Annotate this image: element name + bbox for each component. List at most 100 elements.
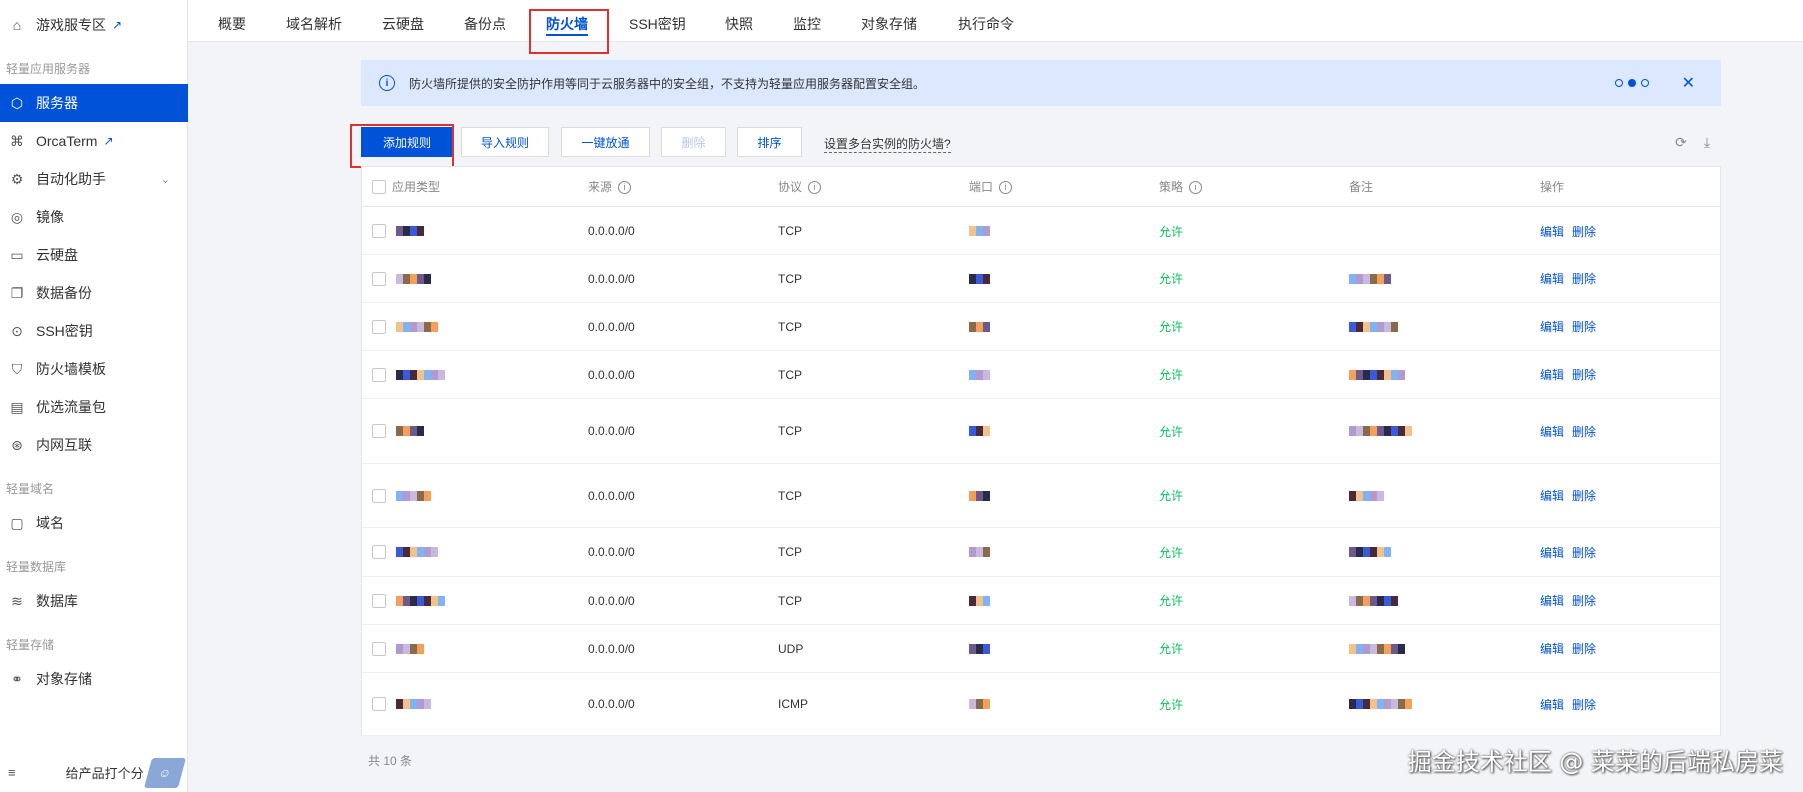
row-checkbox[interactable] xyxy=(372,424,386,438)
tab-cloud-disk[interactable]: 云硬盘 xyxy=(382,0,424,42)
allow-all-button[interactable]: 一键放通 xyxy=(561,127,650,157)
tab-snapshot[interactable]: 快照 xyxy=(725,0,753,42)
delete-rule-link[interactable]: 删除 xyxy=(1572,423,1596,440)
row-checkbox[interactable] xyxy=(372,488,386,503)
row-checkbox[interactable] xyxy=(372,545,386,559)
tab-object-storage[interactable]: 对象存储 xyxy=(861,0,917,42)
sidebar-item-label: 域名 xyxy=(36,515,64,531)
edit-rule-link[interactable]: 编辑 xyxy=(1540,423,1564,440)
sidebar-item-server[interactable]: ⬡ 服务器 xyxy=(0,84,188,122)
notice-text: 防火墙所提供的安全防护作用等同于云服务器中的安全组，不支持为轻量应用服务器配置安… xyxy=(409,76,926,91)
redacted-content xyxy=(396,699,431,709)
header-label: 来源 xyxy=(588,180,613,194)
menu-icon[interactable]: ≡ xyxy=(8,765,16,780)
delete-rule-link[interactable]: 删除 xyxy=(1572,696,1596,713)
edit-rule-link[interactable]: 编辑 xyxy=(1540,592,1564,609)
redacted-content xyxy=(1349,595,1398,606)
row-checkbox[interactable] xyxy=(372,367,386,382)
close-icon[interactable]: ✕ xyxy=(1682,73,1695,93)
sidebar-item-automation[interactable]: ⚙ 自动化助手 ⌄ xyxy=(0,160,188,198)
delete-rule-link[interactable]: 删除 xyxy=(1572,544,1596,561)
external-link-icon: ↗ xyxy=(103,134,114,148)
edit-rule-link[interactable]: 编辑 xyxy=(1540,696,1564,713)
sidebar-item-domain[interactable]: ▢ 域名 xyxy=(0,504,188,542)
row-checkbox[interactable] xyxy=(372,271,386,286)
sidebar-item-database[interactable]: ≋ 数据库 xyxy=(0,582,188,620)
carousel-dots[interactable] xyxy=(1615,79,1649,87)
delete-button[interactable]: 删除 xyxy=(661,127,726,157)
delete-rule-link[interactable]: 删除 xyxy=(1572,270,1596,287)
info-icon[interactable]: i xyxy=(999,180,1013,194)
cell-policy: 允许 xyxy=(1159,368,1184,382)
redacted-content xyxy=(396,321,438,332)
sidebar-item-label: 数据备份 xyxy=(36,285,92,301)
tab-firewall[interactable]: 防火墙 xyxy=(546,0,588,42)
download-icon[interactable]: ⤓ xyxy=(1698,133,1716,151)
sidebar-item-cloud-disk[interactable]: ▭ 云硬盘 xyxy=(0,236,188,274)
tab-exec-command[interactable]: 执行命令 xyxy=(958,0,1014,42)
edit-rule-link[interactable]: 编辑 xyxy=(1540,223,1564,240)
sidebar-item-firewall-template[interactable]: ⛉ 防火墙模板 xyxy=(0,350,188,388)
sidebar-item-label: 自动化助手 xyxy=(36,171,106,187)
cell-port xyxy=(969,208,990,254)
import-rule-button[interactable]: 导入规则 xyxy=(461,127,549,157)
sidebar-item-intranet[interactable]: ⊛ 内网互联 xyxy=(0,426,188,464)
row-checkbox[interactable] xyxy=(372,641,386,656)
edit-rule-link[interactable]: 编辑 xyxy=(1540,544,1564,561)
info-icon[interactable]: i xyxy=(808,180,822,194)
row-checkbox[interactable] xyxy=(372,224,386,238)
redacted-content xyxy=(969,321,990,332)
delete-rule-link[interactable]: 删除 xyxy=(1572,487,1596,504)
edit-rule-link[interactable]: 编辑 xyxy=(1540,270,1564,287)
tab-backup-point[interactable]: 备份点 xyxy=(464,0,506,42)
cell-port xyxy=(969,577,990,624)
row-select xyxy=(372,303,386,350)
row-select xyxy=(372,528,386,576)
rate-product[interactable]: ≡ 给产品打个分 ☺ xyxy=(0,752,188,792)
tab-ssh-key[interactable]: SSH密钥 xyxy=(629,0,686,42)
cell-port xyxy=(969,399,990,463)
rate-label: 给产品打个分 xyxy=(65,765,144,781)
edit-rule-link[interactable]: 编辑 xyxy=(1540,640,1564,657)
cell-port xyxy=(969,351,990,398)
carousel-dot[interactable] xyxy=(1641,79,1649,87)
storage-icon: ⚭ xyxy=(11,670,23,687)
sidebar-item-orcaterm[interactable]: ⌘ OrcaTerm ↗ xyxy=(0,122,188,160)
add-rule-button[interactable]: 添加规则 xyxy=(361,127,453,157)
sidebar-item-traffic-package[interactable]: ▤ 优选流量包 xyxy=(0,388,188,426)
delete-rule-link[interactable]: 删除 xyxy=(1572,640,1596,657)
sidebar-item-game-zone[interactable]: ⌂ 游戏服专区 ↗ xyxy=(0,6,188,44)
redacted-content xyxy=(396,426,424,436)
tab-monitor[interactable]: 监控 xyxy=(793,0,821,42)
row-checkbox[interactable] xyxy=(372,593,386,608)
edit-rule-link[interactable]: 编辑 xyxy=(1540,487,1564,504)
tab-dns[interactable]: 域名解析 xyxy=(286,0,342,42)
sidebar-item-backup[interactable]: ❐ 数据备份 xyxy=(0,274,188,312)
delete-rule-link[interactable]: 删除 xyxy=(1572,318,1596,335)
edit-rule-link[interactable]: 编辑 xyxy=(1540,366,1564,383)
carousel-dot[interactable] xyxy=(1628,79,1636,87)
delete-rule-link[interactable]: 删除 xyxy=(1572,592,1596,609)
sort-button[interactable]: 排序 xyxy=(737,127,802,157)
info-icon[interactable]: i xyxy=(618,180,632,194)
table-header: 应用类型 来源 i 协议 i 端口 i 策略 i 备注 操作 xyxy=(362,167,1720,207)
disk-icon: ▭ xyxy=(10,246,24,263)
cell-actions: 编辑 删除 xyxy=(1540,255,1596,302)
firewall-rules-table: 应用类型 来源 i 协议 i 端口 i 策略 i 备注 操作 0.0.0.0/0… xyxy=(361,166,1721,736)
tab-overview[interactable]: 概要 xyxy=(218,0,246,42)
delete-rule-link[interactable]: 删除 xyxy=(1572,366,1596,383)
refresh-icon[interactable]: ⟳ xyxy=(1672,133,1690,151)
info-icon[interactable]: i xyxy=(1189,180,1203,194)
edit-rule-link[interactable]: 编辑 xyxy=(1540,318,1564,335)
carousel-dot[interactable] xyxy=(1615,79,1623,87)
multi-instance-firewall-link[interactable]: 设置多台实例的防火墙? xyxy=(824,135,951,153)
sidebar-item-image[interactable]: ◎ 镜像 xyxy=(0,198,188,236)
select-all-checkbox[interactable] xyxy=(372,180,386,194)
sidebar-item-object-storage[interactable]: ⚭ 对象存储 xyxy=(0,660,188,698)
delete-rule-link[interactable]: 删除 xyxy=(1572,223,1596,240)
row-checkbox[interactable] xyxy=(372,319,386,334)
cell-protocol: UDP xyxy=(778,641,804,656)
row-checkbox[interactable] xyxy=(372,697,386,711)
table-row: 0.0.0.0/0 TCP 允许 编辑 删除 xyxy=(362,255,1720,303)
sidebar-item-ssh-key[interactable]: ⊙ SSH密钥 xyxy=(0,312,188,350)
